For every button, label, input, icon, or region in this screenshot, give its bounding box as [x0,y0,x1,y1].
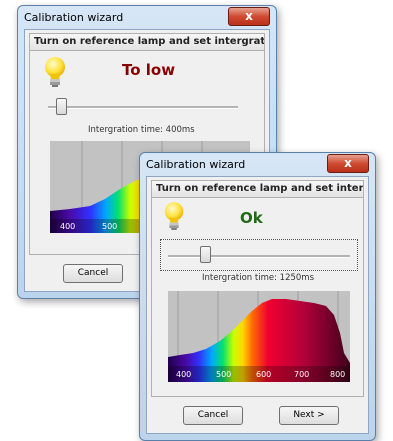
integration-caption: Intergration time: 1250ms [202,273,314,283]
calibration-group: Turn on reference lamp and set intergrat… [151,180,364,397]
next-button[interactable]: Next > [279,406,339,425]
spectrum-chart: 400 500 600 700 800 [168,291,350,382]
calibration-window-front: Calibration wizard x Turn on reference l… [139,152,376,441]
lightbulb-icon [164,202,184,230]
cancel-button[interactable]: Cancel [183,406,243,425]
lightbulb-icon [45,57,65,87]
integration-slider-track[interactable] [48,106,238,109]
window-title: Calibration wizard [146,158,246,171]
integration-label: Intergration time: [88,125,163,135]
integration-caption: Intergration time: 400ms [88,125,195,135]
title-bar: Calibration wizard x [140,153,375,175]
tick-label: 700 [294,370,309,379]
status-text: Ok [240,209,263,227]
integration-label: Intergration time: [202,273,277,283]
integration-value: 400ms [165,125,195,135]
integration-slider-thumb[interactable] [200,246,211,263]
tick-label: 500 [216,370,231,379]
tick-label: 400 [176,370,191,379]
tick-label: 400 [60,222,75,231]
window-title: Calibration wizard [24,11,124,24]
status-text: To low [122,61,176,79]
integration-slider-thumb[interactable] [56,98,67,115]
window-client: Turn on reference lamp and set intergrat… [146,176,369,434]
tick-label: 600 [256,370,271,379]
group-header: Turn on reference lamp and set intergrat… [152,181,363,198]
cancel-button[interactable]: Cancel [63,264,123,283]
tick-label: 500 [102,222,117,231]
integration-value: 1250ms [279,273,314,283]
integration-slider-track[interactable] [168,255,350,258]
group-header: Turn on reference lamp and set intergrat… [30,34,264,51]
close-button[interactable]: x [228,7,270,26]
tick-label: 800 [330,370,345,379]
close-button[interactable]: x [327,154,369,173]
title-bar: Calibration wizard x [18,6,276,28]
